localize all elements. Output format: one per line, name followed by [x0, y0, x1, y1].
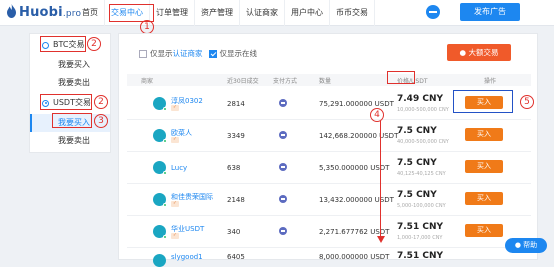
annotation-number-3: 3 — [94, 114, 108, 128]
col-amount: 数量 — [319, 78, 332, 85]
unit-price: 7.51 CNY — [397, 222, 443, 232]
top-nav-bar: Huobi.pro 首页 交易中心 订单管理 资产管理 认证商家 用户中心 币币… — [0, 0, 554, 26]
annotation-box-price-header — [387, 71, 415, 84]
unit-price: 7.49 CNY — [397, 94, 443, 104]
unit-price: 7.5 CNY — [397, 126, 437, 136]
trade-count: 638 — [227, 164, 241, 172]
buy-button[interactable]: 买入 — [465, 192, 503, 205]
annotation-number-2a: 2 — [87, 37, 101, 51]
table-row: 欧菜人 ✓ 3349 142,668.200000 USDT 7.5 CNY 4… — [127, 120, 531, 152]
ad-list-panel: 仅显示 认证商家 仅显示在线 ● 大额交易 商家 近30日成交 支付方式 数量 … — [118, 33, 538, 267]
online-dot-icon — [163, 171, 167, 175]
avatar — [153, 193, 167, 207]
nav-coin-trade[interactable]: 币币交易 — [330, 0, 375, 26]
nav-user-center[interactable]: 用户中心 — [285, 0, 330, 26]
brand-name: Huobi — [19, 5, 63, 20]
avatar — [153, 161, 167, 175]
online-dot-icon — [163, 107, 167, 111]
bank-card-icon — [279, 163, 287, 171]
bank-card-icon — [279, 99, 287, 107]
annotation-number-1: 1 — [140, 20, 154, 34]
annotation-box-usdt-buy — [52, 113, 92, 128]
big-trade-button[interactable]: ● 大额交易 — [447, 44, 511, 61]
trade-count: 2148 — [227, 196, 245, 204]
buy-button[interactable]: 买入 — [465, 128, 503, 141]
available-amount: 75,291.000000 USDT — [319, 100, 394, 108]
col-30day: 近30日成交 — [227, 78, 259, 85]
table-row: 和佳贵荣国际 ✓ 2148 13,432.000000 USDT 7.5 CNY… — [127, 184, 531, 216]
table-row: Lucy 638 5,350.000000 USDT 7.5 CNY 40,12… — [127, 152, 531, 184]
merchant-badge: ✓ — [171, 233, 179, 239]
sidebar-usdt-sell[interactable]: 我要卖出 — [30, 132, 110, 150]
order-limit: 10,000-500,000 CNY — [397, 107, 449, 113]
sidebar-btc-sell[interactable]: 我要卖出 — [30, 74, 110, 92]
online-dot-icon — [163, 203, 167, 207]
merchant-name[interactable]: Lucy — [171, 164, 187, 172]
table-header: 商家 近30日成交 支付方式 数量 价格/USDT 操作 — [127, 74, 531, 86]
help-label: 帮助 — [523, 241, 538, 249]
table-row: 华业USDT ✓ 340 2,271.677762 USDT 7.51 CNY … — [127, 216, 531, 248]
filter-bar: 仅显示 认证商家 仅显示在线 — [139, 48, 257, 59]
annotation-number-4: 4 — [370, 108, 384, 122]
available-amount: 13,432.000000 USDT — [319, 196, 394, 204]
avatar — [153, 129, 167, 143]
available-amount: 142,668.200000 USDT — [319, 132, 399, 140]
trade-count: 340 — [227, 228, 241, 236]
bank-card-icon — [279, 195, 287, 203]
order-limit: 40,000-500,000 CNY — [397, 139, 449, 145]
avatar — [153, 254, 166, 267]
merchant-badge: ✓ — [171, 105, 179, 111]
buy-button[interactable]: 买入 — [465, 160, 503, 173]
help-chat-icon: ● — [514, 241, 524, 249]
merchant-badge: ✓ — [171, 137, 179, 143]
annotation-number-5: 5 — [520, 95, 534, 109]
verified-merchant-checkbox[interactable] — [139, 49, 147, 58]
online-only-label: 仅显示在线 — [219, 49, 258, 58]
big-trade-label: 大额交易 — [468, 48, 499, 57]
available-amount: 2,271.677762 USDT — [319, 228, 390, 236]
bank-card-icon — [279, 131, 287, 139]
annotation-arrow-head — [377, 236, 385, 243]
help-button[interactable]: ● 帮助 — [505, 238, 547, 253]
nav-assets[interactable]: 资产管理 — [195, 0, 240, 26]
annotation-arrow-line — [380, 121, 382, 238]
order-limit: 40,125-40,125 CNY — [397, 171, 446, 177]
avatar — [153, 97, 167, 111]
unit-price: 7.5 CNY — [397, 158, 437, 168]
order-limit: 5,000-100,000 CNY — [397, 203, 446, 209]
col-payment: 支付方式 — [273, 78, 298, 85]
trade-count: 3349 — [227, 132, 245, 140]
chat-icon[interactable] — [426, 5, 440, 19]
sidebar-btc-buy[interactable]: 我要买入 — [30, 56, 110, 74]
publish-ad-button[interactable]: 发布广告 — [460, 3, 520, 21]
unit-price: 7.5 CNY — [397, 190, 437, 200]
annotation-box-usdt — [40, 94, 92, 110]
verified-merchant-link[interactable]: 认证商家 — [173, 48, 203, 59]
online-dot-icon — [163, 235, 167, 239]
bank-card-icon — [279, 227, 287, 235]
nav-merchant[interactable]: 认证商家 — [240, 0, 285, 26]
online-dot-icon — [163, 139, 167, 143]
annotation-number-2b: 2 — [94, 95, 108, 109]
nav-home[interactable]: 首页 — [76, 0, 105, 26]
order-limit: 1,000-17,000 CNY — [397, 235, 443, 241]
col-action: 操作 — [484, 78, 497, 85]
merchant-badge: ✓ — [171, 201, 179, 207]
buy-button[interactable]: 买入 — [465, 224, 503, 237]
flame-logo-icon — [7, 4, 16, 18]
avatar — [153, 225, 167, 239]
annotation-box-buy — [453, 90, 513, 113]
huobi-logo[interactable]: Huobi.pro — [6, 4, 81, 20]
nav-orders[interactable]: 订单管理 — [150, 0, 195, 26]
col-merchant: 商家 — [141, 78, 154, 85]
verified-prefix: 仅显示 — [150, 49, 173, 58]
online-only-checkbox[interactable] — [208, 49, 217, 58]
available-amount: 5,350.000000 USDT — [319, 164, 390, 172]
trade-count: 2814 — [227, 100, 245, 108]
table-row: slygood1 6405 8,000.000000 USDT 7.51 CNY — [127, 248, 531, 267]
annotation-box-btc — [40, 36, 86, 52]
